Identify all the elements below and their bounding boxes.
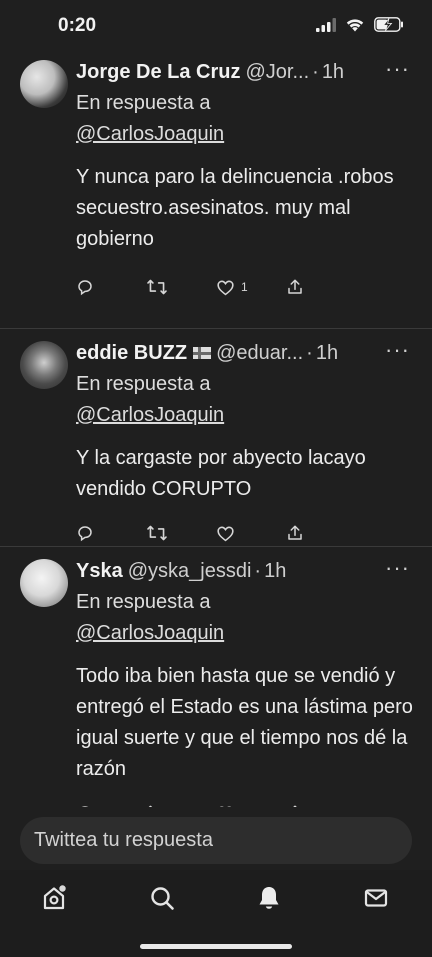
battery-charging-icon [374, 17, 404, 37]
reply-to-link[interactable]: @CarlosJoaquin [76, 400, 416, 431]
tweet-header: Jorge De La Cruz @Jor... · 1h [76, 58, 416, 86]
reply-prefix: En respuesta a [76, 92, 211, 114]
reply-icon [81, 806, 89, 807]
retweet-icon [147, 279, 167, 295]
tweet-header: Yska @yska_jessdi · 1h [76, 557, 416, 585]
notifications-tab[interactable] [255, 884, 285, 914]
home-tab[interactable] [40, 884, 70, 914]
author-handle[interactable]: @Jor... [245, 58, 309, 86]
tweet-time: 1h [264, 560, 287, 582]
reply-to-link[interactable]: @CarlosJoaquin [76, 119, 416, 150]
avatar[interactable] [20, 559, 68, 607]
retweet-button[interactable] [146, 804, 216, 807]
replies-feed[interactable]: Jorge De La Cruz @Jor... · 1h ··· En res… [0, 52, 432, 807]
reply-compose-box[interactable] [20, 817, 412, 864]
tweet[interactable]: Jorge De La Cruz @Jor... · 1h ··· En res… [0, 52, 432, 328]
reply-button[interactable] [76, 524, 146, 542]
status-time: 0:20 [58, 15, 97, 36]
messages-tab[interactable] [362, 884, 392, 914]
finland-flag-icon [193, 347, 212, 359]
reply-prefix: En respuesta a [76, 591, 211, 613]
reply-input[interactable] [20, 817, 412, 864]
reply-icon [78, 280, 92, 296]
separator: · [254, 560, 262, 582]
share-icon [288, 279, 302, 294]
heart-icon [217, 526, 234, 541]
like-button[interactable]: 1 [216, 279, 286, 296]
reply-icon [78, 526, 92, 542]
author-name[interactable]: Jorge De La Cruz [76, 58, 240, 86]
more-options-icon[interactable]: ··· [385, 56, 410, 82]
tweet-text: Todo iba bien hasta que se vendió y entr… [76, 665, 413, 780]
search-icon [151, 887, 174, 910]
retweet-button[interactable] [146, 524, 216, 542]
share-button[interactable] [286, 804, 356, 807]
tweet[interactable]: Yska @yska_jessdi · 1h ··· En respuesta … [0, 546, 432, 807]
tweet-time: 1h [321, 61, 345, 83]
tweet-text: Y nunca paro la delincuencia .robos secu… [76, 166, 394, 250]
signal-icon [316, 17, 336, 37]
avatar[interactable] [20, 60, 68, 108]
like-count: 2 [241, 806, 248, 807]
author-handle[interactable]: @yska_jessdi [128, 557, 252, 585]
reply-to-link[interactable]: @CarlosJoaquin [76, 618, 416, 649]
retweet-icon [147, 525, 167, 541]
separator: · [306, 342, 313, 364]
author-name[interactable]: eddie BUZZ [76, 339, 187, 367]
heart-icon [219, 806, 232, 807]
heart-icon [217, 280, 234, 295]
author-name[interactable]: Yska [76, 557, 123, 585]
tweet[interactable]: eddie BUZZ @eduar... · 1h ··· En respues… [0, 328, 432, 546]
share-icon [288, 525, 302, 540]
status-icons [316, 17, 404, 37]
messages-icon [364, 889, 388, 907]
retweet-icon [148, 805, 153, 807]
like-button[interactable]: 2 [216, 805, 286, 807]
like-button[interactable] [216, 525, 286, 542]
reply-button[interactable] [76, 804, 146, 807]
share-icon [293, 805, 297, 807]
wifi-icon [345, 17, 365, 37]
tweet-time: 1h [315, 342, 339, 364]
reply-prefix: En respuesta a [76, 373, 211, 395]
share-button[interactable] [286, 524, 356, 542]
like-count: 1 [241, 280, 248, 294]
home-indicator [140, 944, 292, 949]
more-options-icon[interactable]: ··· [385, 337, 410, 363]
home-icon [43, 885, 66, 910]
retweet-button[interactable] [146, 278, 216, 296]
tweet-actions: 1 [76, 265, 416, 309]
tweet-header: eddie BUZZ @eduar... · 1h [76, 339, 416, 367]
tweet-actions: 2 [76, 791, 416, 807]
author-handle[interactable]: @eduar... [216, 339, 303, 367]
reply-button[interactable] [76, 278, 146, 296]
separator: · [312, 61, 319, 83]
share-button[interactable] [286, 278, 356, 296]
tweet-text: Y la cargaste por abyecto lacayo vendido… [76, 447, 366, 500]
search-tab[interactable] [148, 884, 178, 914]
more-options-icon[interactable]: ··· [385, 555, 410, 581]
status-bar: 0:20 [0, 0, 432, 52]
notifications-icon [259, 887, 279, 909]
avatar[interactable] [20, 341, 68, 389]
